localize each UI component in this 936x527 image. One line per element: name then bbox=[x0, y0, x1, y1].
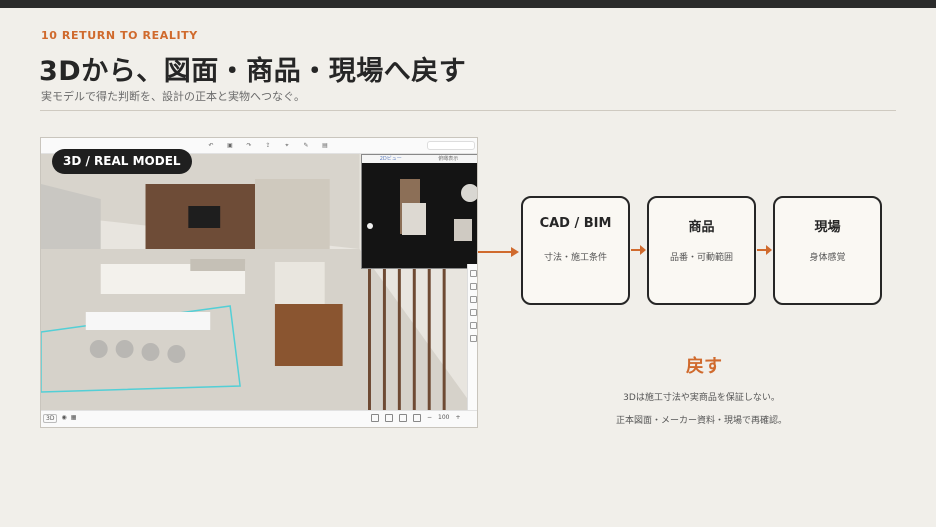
main-arrow-icon bbox=[478, 247, 519, 257]
render-icon[interactable] bbox=[385, 414, 393, 422]
model-badge: 3D / REAL MODEL bbox=[52, 149, 192, 174]
view-mode-select[interactable]: 3D bbox=[43, 414, 58, 423]
section-eyebrow: 10 RETURN TO REALITY bbox=[41, 29, 198, 42]
tab-overview[interactable]: 俯瞰表示 bbox=[420, 155, 478, 163]
tool-icon[interactable]: ✎ bbox=[301, 140, 311, 151]
share-icon[interactable]: ⇪ bbox=[263, 140, 273, 151]
fullscreen-icon[interactable] bbox=[399, 414, 407, 422]
flow-box-subtitle: 寸法・施工条件 bbox=[543, 253, 607, 263]
app-statusbar: 3D ◉ ▦ − 100 + bbox=[41, 410, 477, 427]
flow-box-subtitle: 身体感覚 bbox=[809, 253, 846, 263]
panel-tool-icon[interactable] bbox=[470, 322, 477, 329]
camera-icon[interactable] bbox=[371, 414, 379, 422]
app-screenshot: ↶ ▣ ↷ ⇪ ⌖ ✎ ▤ 2Dビュー 俯瞰表示 3D ◉ ▦ − 100 + … bbox=[40, 137, 478, 428]
panel-tool-icon[interactable] bbox=[470, 270, 477, 277]
arrow-right-icon bbox=[631, 245, 646, 255]
album-icon[interactable]: ▤ bbox=[320, 140, 330, 151]
top-bar bbox=[0, 0, 936, 8]
snapshot-icon[interactable] bbox=[413, 414, 421, 422]
panel-tool-icon[interactable] bbox=[470, 283, 477, 290]
zoom-in-button[interactable]: + bbox=[455, 414, 460, 422]
page-title: 3Dから、図面・商品・現場へ戻す bbox=[39, 56, 467, 87]
search-input[interactable] bbox=[427, 141, 475, 150]
arrow-right-icon bbox=[757, 245, 772, 255]
measure-icon[interactable]: ⌖ bbox=[282, 140, 292, 151]
save-icon[interactable]: ▣ bbox=[225, 140, 235, 151]
panel-tool-icon[interactable] bbox=[470, 309, 477, 316]
layers-icon[interactable]: ▦ bbox=[71, 414, 77, 423]
return-note-1: 3Dは施工寸法や実商品を保証しない。 bbox=[623, 393, 780, 403]
eye-icon[interactable]: ◉ bbox=[61, 414, 66, 423]
flow-box-title: CAD / BIM bbox=[539, 216, 612, 231]
divider bbox=[40, 110, 896, 111]
tab-2d-view[interactable]: 2Dビュー bbox=[362, 155, 420, 163]
floor-plan-tabs: 2Dビュー 俯瞰表示 bbox=[362, 155, 477, 163]
floor-plan-preview bbox=[367, 179, 472, 241]
zoom-out-button[interactable]: − bbox=[427, 414, 432, 422]
flow-box-site: 現場 身体感覚 bbox=[773, 196, 882, 305]
return-note-2: 正本図面・メーカー資料・現場で再確認。 bbox=[615, 416, 787, 426]
map-viewpoint-icon[interactable] bbox=[460, 183, 477, 203]
undo-icon[interactable]: ↶ bbox=[206, 140, 216, 151]
flow-box-products: 商品 品番・可動範囲 bbox=[647, 196, 756, 305]
right-toolpanel bbox=[467, 264, 477, 412]
flow-box-subtitle: 品番・可動範囲 bbox=[669, 253, 733, 263]
panel-tool-icon[interactable] bbox=[470, 335, 477, 342]
redo-icon[interactable]: ↷ bbox=[244, 140, 254, 151]
flow-box-cad-bim: CAD / BIM 寸法・施工条件 bbox=[521, 196, 630, 305]
zoom-level: 100 bbox=[438, 414, 450, 421]
flow-box-title: 現場 bbox=[814, 220, 841, 235]
flow-box-title: 商品 bbox=[688, 220, 715, 235]
floor-plan-window[interactable]: 2Dビュー 俯瞰表示 bbox=[361, 154, 477, 269]
panel-tool-icon[interactable] bbox=[470, 296, 477, 303]
page-subtitle: 実モデルで得た判断を、設計の正本と実物へつなぐ。 bbox=[41, 90, 305, 103]
return-heading: 戻す bbox=[686, 356, 722, 377]
